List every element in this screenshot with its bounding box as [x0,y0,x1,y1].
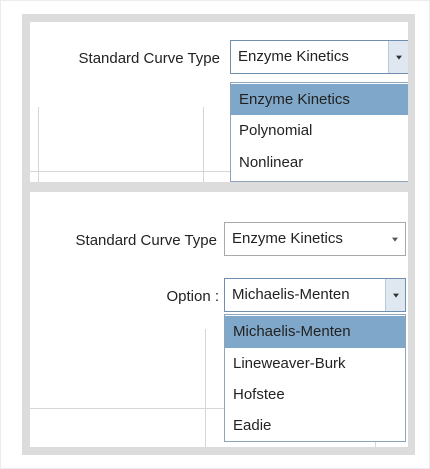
grid-line [30,408,230,409]
curve-type-dropdown: Enzyme Kinetics Polynomial Nonlinear [230,82,408,182]
option-label: Option : [166,288,219,305]
option-select-arrow[interactable] [385,279,405,311]
option-eadie[interactable]: Eadie [225,410,405,441]
curve-type-select[interactable]: Enzyme Kinetics [224,222,406,256]
option-polynomial[interactable]: Polynomial [231,115,408,147]
option-hofstee[interactable]: Hofstee [225,379,405,410]
curve-type-select[interactable]: Enzyme Kinetics [230,40,408,74]
option-michaelis-menten[interactable]: Michaelis-Menten [225,316,405,348]
option-nonlinear[interactable]: Nonlinear [231,147,408,179]
curve-type-label: Standard Curve Type [78,50,220,67]
curve-type-select-value: Enzyme Kinetics [232,230,343,247]
curve-type-select-arrow[interactable] [385,223,405,255]
chevron-down-icon [392,237,398,242]
chevron-down-icon [395,55,402,60]
curve-type-label: Standard Curve Type [75,232,217,249]
panel-option-open: Standard Curve Type Enzyme Kinetics Opti… [30,192,408,447]
option-lineweaver-burk[interactable]: Lineweaver-Burk [225,348,405,379]
curve-type-select-arrow[interactable] [388,41,408,73]
option-enzyme-kinetics[interactable]: Enzyme Kinetics [231,84,408,115]
option-select[interactable]: Michaelis-Menten [224,278,406,312]
panel-curve-type-open: Standard Curve Type Enzyme Kinetics Enzy… [30,22,408,182]
grid-line [30,171,236,172]
option-select-value: Michaelis-Menten [232,286,350,303]
option-dropdown: Michaelis-Menten Lineweaver-Burk Hofstee… [224,314,406,442]
chevron-down-icon [392,293,399,298]
curve-type-select-value: Enzyme Kinetics [238,48,349,65]
grid-line [205,329,206,447]
